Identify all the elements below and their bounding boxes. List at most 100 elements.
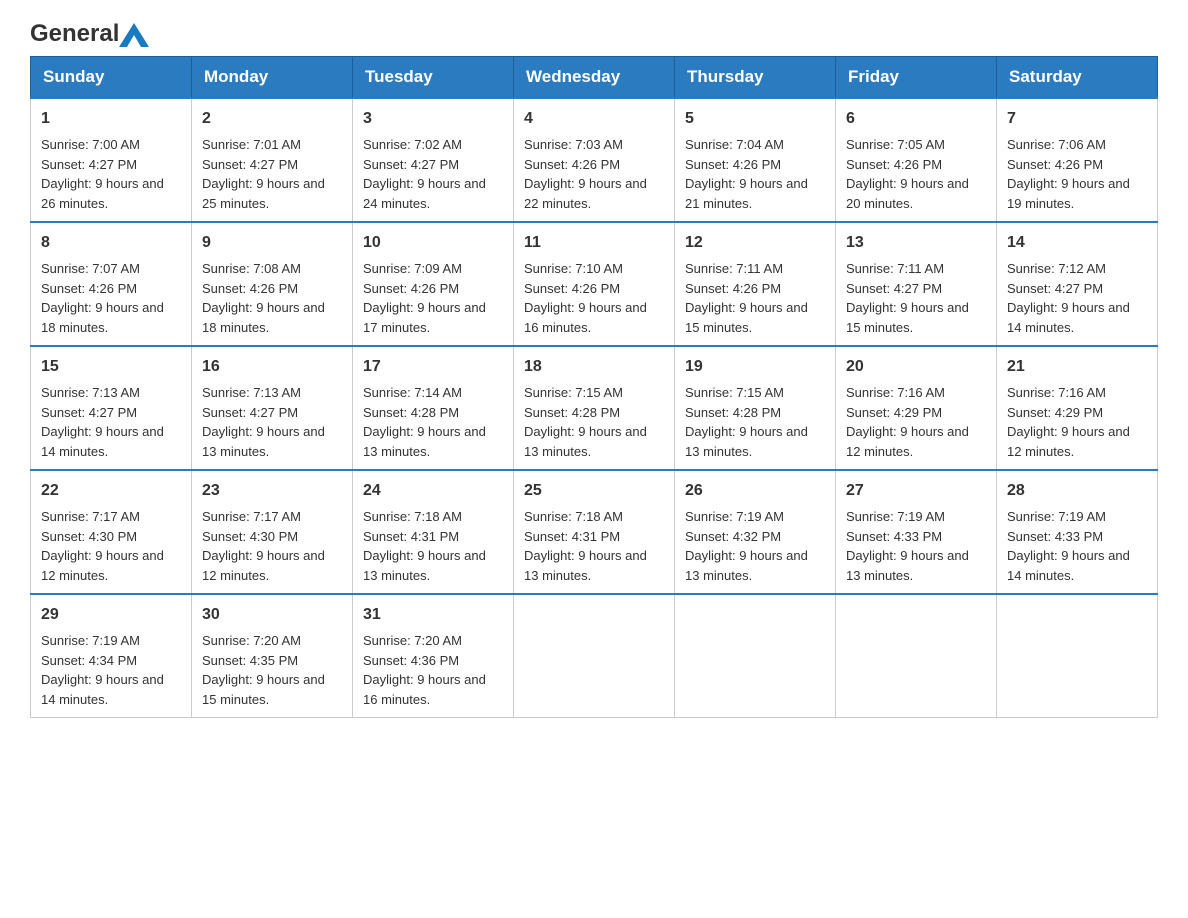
daylight-text: Daylight: 9 hours and 13 minutes. — [685, 422, 825, 461]
calendar-cell: 17Sunrise: 7:14 AMSunset: 4:28 PMDayligh… — [353, 346, 514, 470]
daylight-text: Daylight: 9 hours and 13 minutes. — [363, 422, 503, 461]
sunrise-text: Sunrise: 7:09 AM — [363, 259, 503, 279]
day-number: 14 — [1007, 231, 1147, 255]
day-number: 5 — [685, 107, 825, 131]
sunrise-text: Sunrise: 7:19 AM — [685, 507, 825, 527]
daylight-text: Daylight: 9 hours and 12 minutes. — [1007, 422, 1147, 461]
sunrise-text: Sunrise: 7:19 AM — [1007, 507, 1147, 527]
sunset-text: Sunset: 4:34 PM — [41, 651, 181, 671]
daylight-text: Daylight: 9 hours and 13 minutes. — [685, 546, 825, 585]
sunrise-text: Sunrise: 7:13 AM — [41, 383, 181, 403]
calendar-cell — [836, 594, 997, 718]
sunrise-text: Sunrise: 7:02 AM — [363, 135, 503, 155]
column-header-sunday: Sunday — [31, 57, 192, 99]
calendar-cell: 8Sunrise: 7:07 AMSunset: 4:26 PMDaylight… — [31, 222, 192, 346]
sunrise-text: Sunrise: 7:17 AM — [202, 507, 342, 527]
calendar-cell — [514, 594, 675, 718]
calendar-cell: 27Sunrise: 7:19 AMSunset: 4:33 PMDayligh… — [836, 470, 997, 594]
day-number: 18 — [524, 355, 664, 379]
calendar-cell: 14Sunrise: 7:12 AMSunset: 4:27 PMDayligh… — [997, 222, 1158, 346]
calendar-table: SundayMondayTuesdayWednesdayThursdayFrid… — [30, 56, 1158, 718]
calendar-cell: 30Sunrise: 7:20 AMSunset: 4:35 PMDayligh… — [192, 594, 353, 718]
calendar-week-row: 15Sunrise: 7:13 AMSunset: 4:27 PMDayligh… — [31, 346, 1158, 470]
day-number: 9 — [202, 231, 342, 255]
calendar-cell: 18 Sunrise: 7:15 AMSunset: 4:28 PMDayligh… — [514, 346, 675, 470]
calendar-cell: 16Sunrise: 7:13 AMSunset: 4:27 PMDayligh… — [192, 346, 353, 470]
column-header-friday: Friday — [836, 57, 997, 99]
daylight-text: Daylight: 9 hours and 13 minutes. — [363, 546, 503, 585]
day-number: 25 — [524, 479, 664, 503]
day-number: 23 — [202, 479, 342, 503]
calendar-cell: 28Sunrise: 7:19 AMSunset: 4:33 PMDayligh… — [997, 470, 1158, 594]
calendar-cell: 10Sunrise: 7:09 AMSunset: 4:26 PMDayligh… — [353, 222, 514, 346]
calendar-cell: 5Sunrise: 7:04 AMSunset: 4:26 PMDaylight… — [675, 98, 836, 222]
daylight-text: Daylight: 9 hours and 24 minutes. — [363, 174, 503, 213]
sunset-text: Sunset: 4:36 PM — [363, 651, 503, 671]
sunset-text: Sunset: 4:31 PM — [524, 527, 664, 547]
daylight-text: Daylight: 9 hours and 20 minutes. — [846, 174, 986, 213]
sunset-text: Sunset: 4:26 PM — [202, 279, 342, 299]
sunset-text: Sunset: 4:27 PM — [202, 155, 342, 175]
sunrise-text: Sunrise: 7:20 AM — [202, 631, 342, 651]
sunset-text: Sunset: 4:28 PM — [524, 403, 664, 423]
calendar-cell: 2Sunrise: 7:01 AMSunset: 4:27 PMDaylight… — [192, 98, 353, 222]
calendar-week-row: 22Sunrise: 7:17 AMSunset: 4:30 PMDayligh… — [31, 470, 1158, 594]
logo: General — [30, 20, 149, 46]
sunrise-text: Sunrise: 7:15 AM — [524, 383, 664, 403]
calendar-cell: 13Sunrise: 7:11 AMSunset: 4:27 PMDayligh… — [836, 222, 997, 346]
calendar-cell: 25 Sunrise: 7:18 AMSunset: 4:31 PMDayligh… — [514, 470, 675, 594]
column-header-wednesday: Wednesday — [514, 57, 675, 99]
day-number: 17 — [363, 355, 503, 379]
calendar-cell: 7Sunrise: 7:06 AMSunset: 4:26 PMDaylight… — [997, 98, 1158, 222]
daylight-text: Daylight: 9 hours and 14 minutes. — [41, 670, 181, 709]
day-number: 28 — [1007, 479, 1147, 503]
daylight-text: Daylight: 9 hours and 12 minutes. — [202, 546, 342, 585]
calendar-cell: 15Sunrise: 7:13 AMSunset: 4:27 PMDayligh… — [31, 346, 192, 470]
sunset-text: Sunset: 4:27 PM — [202, 403, 342, 423]
sunset-text: Sunset: 4:30 PM — [41, 527, 181, 547]
day-number: 3 — [363, 107, 503, 131]
daylight-text: Daylight: 9 hours and 18 minutes. — [202, 298, 342, 337]
daylight-text: Daylight: 9 hours and 16 minutes. — [524, 298, 664, 337]
logo-text-line1: General — [30, 20, 149, 48]
day-number: 13 — [846, 231, 986, 255]
sunset-text: Sunset: 4:26 PM — [846, 155, 986, 175]
daylight-text: Daylight: 9 hours and 15 minutes. — [685, 298, 825, 337]
daylight-text: Daylight: 9 hours and 13 minutes. — [524, 422, 664, 461]
calendar-cell: 29Sunrise: 7:19 AMSunset: 4:34 PMDayligh… — [31, 594, 192, 718]
sunrise-text: Sunrise: 7:17 AM — [41, 507, 181, 527]
day-number: 22 — [41, 479, 181, 503]
sunset-text: Sunset: 4:26 PM — [1007, 155, 1147, 175]
sunrise-text: Sunrise: 7:15 AM — [685, 383, 825, 403]
daylight-text: Daylight: 9 hours and 15 minutes. — [846, 298, 986, 337]
daylight-text: Daylight: 9 hours and 19 minutes. — [1007, 174, 1147, 213]
calendar-cell: 12Sunrise: 7:11 AMSunset: 4:26 PMDayligh… — [675, 222, 836, 346]
calendar-cell: 4Sunrise: 7:03 AMSunset: 4:26 PMDaylight… — [514, 98, 675, 222]
sunrise-text: Sunrise: 7:07 AM — [41, 259, 181, 279]
sunrise-text: Sunrise: 7:01 AM — [202, 135, 342, 155]
daylight-text: Daylight: 9 hours and 21 minutes. — [685, 174, 825, 213]
daylight-text: Daylight: 9 hours and 13 minutes. — [524, 546, 664, 585]
calendar-cell: 21Sunrise: 7:16 AMSunset: 4:29 PMDayligh… — [997, 346, 1158, 470]
column-header-monday: Monday — [192, 57, 353, 99]
sunset-text: Sunset: 4:32 PM — [685, 527, 825, 547]
day-number: 12 — [685, 231, 825, 255]
sunrise-text: Sunrise: 7:11 AM — [846, 259, 986, 279]
sunset-text: Sunset: 4:33 PM — [846, 527, 986, 547]
calendar-cell: 1Sunrise: 7:00 AMSunset: 4:27 PMDaylight… — [31, 98, 192, 222]
sunrise-text: Sunrise: 7:16 AM — [846, 383, 986, 403]
calendar-cell: 24Sunrise: 7:18 AMSunset: 4:31 PMDayligh… — [353, 470, 514, 594]
sunrise-text: Sunrise: 7:18 AM — [524, 507, 664, 527]
day-number: 20 — [846, 355, 986, 379]
calendar-cell: 20Sunrise: 7:16 AMSunset: 4:29 PMDayligh… — [836, 346, 997, 470]
sunset-text: Sunset: 4:29 PM — [846, 403, 986, 423]
sunset-text: Sunset: 4:27 PM — [363, 155, 503, 175]
daylight-text: Daylight: 9 hours and 14 minutes. — [41, 422, 181, 461]
calendar-cell: 23Sunrise: 7:17 AMSunset: 4:30 PMDayligh… — [192, 470, 353, 594]
sunrise-text: Sunrise: 7:20 AM — [363, 631, 503, 651]
sunrise-text: Sunrise: 7:00 AM — [41, 135, 181, 155]
daylight-text: Daylight: 9 hours and 16 minutes. — [363, 670, 503, 709]
sunset-text: Sunset: 4:27 PM — [41, 403, 181, 423]
column-header-thursday: Thursday — [675, 57, 836, 99]
calendar-week-row: 29Sunrise: 7:19 AMSunset: 4:34 PMDayligh… — [31, 594, 1158, 718]
